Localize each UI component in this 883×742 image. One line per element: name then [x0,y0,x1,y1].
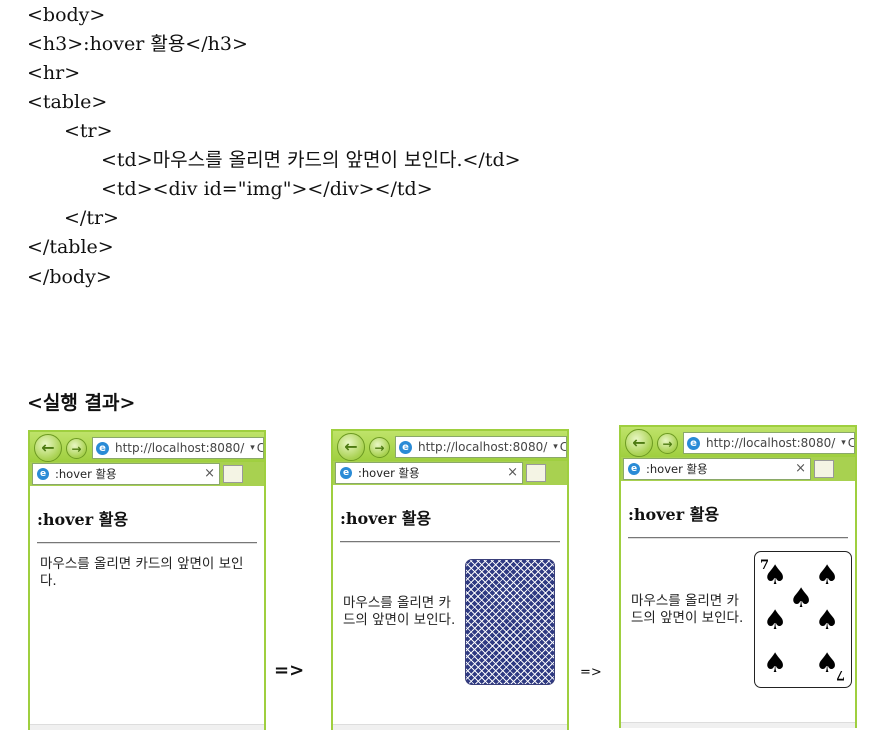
code-line-table-open: <table> [27,91,108,113]
spade-icon: ♠ [815,560,840,591]
browser-toolbar: ← → e http://localhost:8080/ ▾ C [333,431,567,461]
chevron-down-icon[interactable]: ▾ [250,443,255,453]
browser-toolbar: ← → e http://localhost:8080/ ▾ C [621,427,855,457]
page-content: :hover 활용 마우스를 올리면 카드의 앞면이 보인다. [30,486,264,730]
refresh-icon[interactable]: C [560,440,566,454]
refresh-icon[interactable]: C [848,436,854,450]
address-bar[interactable]: e http://localhost:8080/ ▾ C [395,436,567,458]
ie-logo-icon: e [96,441,109,455]
new-tab-button[interactable] [526,464,546,482]
chevron-down-icon[interactable]: ▾ [841,438,846,448]
code-line-tr-close: </tr> [64,207,119,229]
back-arrow-icon[interactable]: ← [625,429,653,457]
ie-logo-icon: e [399,440,412,454]
back-arrow-icon[interactable]: ← [34,434,62,462]
close-icon[interactable]: × [507,465,518,480]
spade-icon: ♠ [815,648,840,679]
new-tab-button[interactable] [814,460,834,478]
forward-arrow-icon[interactable]: → [657,433,678,454]
spade-icon: ♠ [763,648,788,679]
status-bar [30,724,264,730]
code-line-body-close: </body> [27,266,112,288]
table-cell-text: 마우스를 올리면 카드의 앞면이 보인다. [40,556,244,589]
close-icon[interactable]: × [795,461,806,476]
spade-icon: ♠ [763,560,788,591]
code-line-body-open: <body> [27,4,106,26]
code-line-td-div: <td><div id="img"></div></td> [101,178,433,200]
tab-bar: e :hover 활용 × [30,462,264,486]
result-heading: <실행 결과> [27,392,136,414]
browser-tab[interactable]: e :hover 활용 × [623,458,811,480]
browser-screenshot-1: ← → e http://localhost:8080/ ▾ C e :hove… [28,430,266,730]
address-url: http://localhost:8080/ [418,440,548,454]
page-content: :hover 활용 마우스를 올리면 카드의 앞면이 보인다. [333,485,567,730]
page-title: :hover 활용 [628,505,720,524]
card-front-seven-of-spades[interactable]: 7 7 ♠ ♠ ♠ ♠ ♠ ♠ ♠ [754,551,852,688]
tab-bar: e :hover 활용 × [333,461,567,485]
tab-title: :hover 활용 [55,467,117,481]
table-cell-text: 마우스를 올리면 카드의 앞면이 보인다. [631,593,744,626]
address-url: http://localhost:8080/ [706,436,836,450]
refresh-icon[interactable]: C [257,441,263,455]
browser-screenshot-3: ← → e http://localhost:8080/ ▾ C e :hove… [619,425,857,728]
status-bar [333,724,567,730]
address-bar[interactable]: e http://localhost:8080/ ▾ C [92,437,264,459]
divider [37,542,257,544]
chevron-down-icon[interactable]: ▾ [553,442,558,452]
browser-tab[interactable]: e :hover 활용 × [32,463,220,485]
divider [628,537,848,539]
code-line-table-close: </table> [27,236,114,258]
card-back-image[interactable] [465,559,555,685]
new-tab-button[interactable] [223,465,243,483]
close-icon[interactable]: × [204,466,215,481]
tab-bar: e :hover 활용 × [621,457,855,481]
ie-logo-icon: e [628,463,640,475]
spade-icon: ♠ [763,605,788,636]
table-cell-text: 마우스를 올리면 카드의 앞면이 보인다. [343,595,456,628]
tab-title: :hover 활용 [646,462,708,476]
ie-logo-icon: e [340,467,352,479]
code-line-hr: <hr> [27,62,81,84]
forward-arrow-icon[interactable]: → [369,437,390,458]
browser-screenshot-2: ← → e http://localhost:8080/ ▾ C e :hove… [331,429,569,730]
transition-arrow-1: => [274,660,305,681]
divider [340,541,560,543]
browser-tab[interactable]: e :hover 활용 × [335,462,523,484]
transition-arrow-2: => [580,665,602,680]
spade-icon: ♠ [789,583,814,614]
code-line-td-text: <td>마우스를 올리면 카드의 앞면이 보인다.</td> [101,149,521,171]
tab-title: :hover 활용 [358,466,420,480]
page-content: :hover 활용 마우스를 올리면 카드의 앞면이 보인다. 7 7 ♠ ♠ … [621,481,855,728]
address-url: http://localhost:8080/ [115,441,245,455]
page-title: :hover 활용 [340,509,432,528]
browser-toolbar: ← → e http://localhost:8080/ ▾ C [30,432,264,462]
forward-arrow-icon[interactable]: → [66,438,87,459]
code-line-tr-open: <tr> [64,120,113,142]
back-arrow-icon[interactable]: ← [337,433,365,461]
ie-logo-icon: e [687,436,700,450]
address-bar[interactable]: e http://localhost:8080/ ▾ C [683,432,855,454]
ie-logo-icon: e [37,468,49,480]
spade-icon: ♠ [815,605,840,636]
code-line-h3: <h3>:hover 활용</h3> [27,33,248,55]
page-title: :hover 활용 [37,510,129,529]
status-bar [621,722,855,728]
